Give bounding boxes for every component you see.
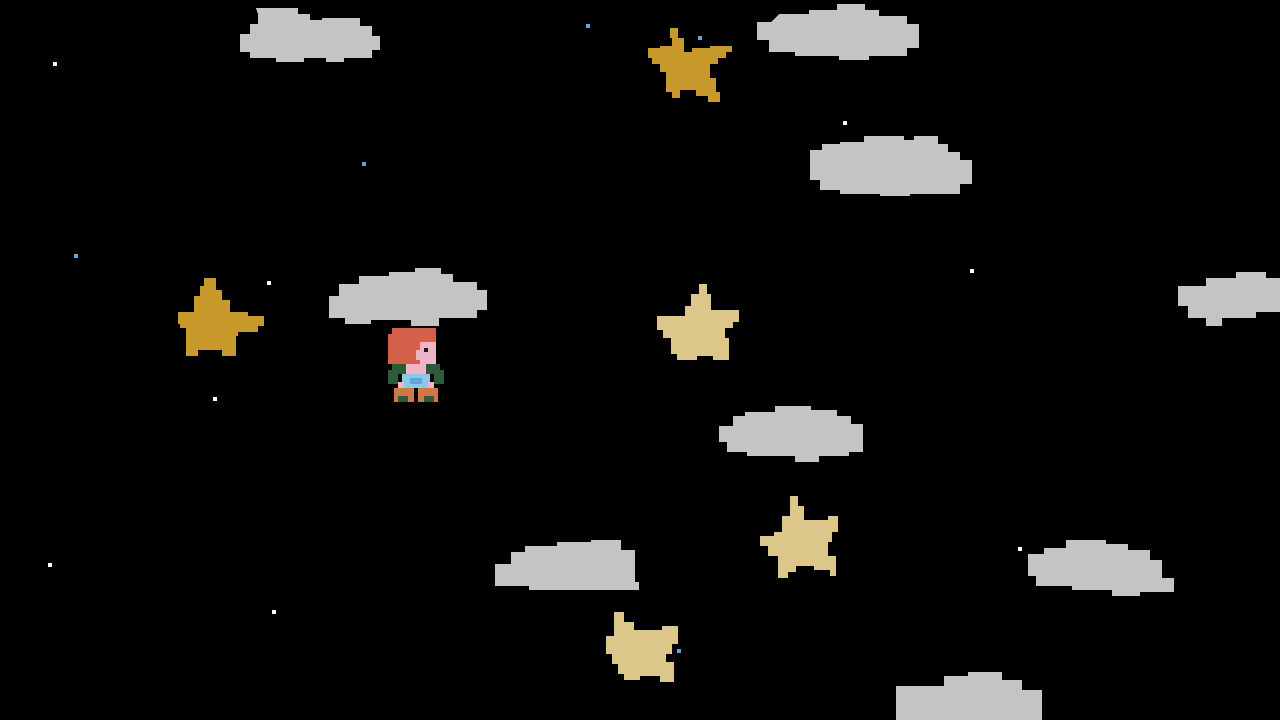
cloud-icon <box>325 268 487 330</box>
sparkle-dot-icon <box>53 62 57 66</box>
sparkle-dot-icon <box>267 281 271 285</box>
game-scene <box>0 0 1280 720</box>
cloud-icon <box>224 8 380 62</box>
sparkle-dot-icon <box>272 610 276 614</box>
player-body <box>388 364 444 388</box>
sparkle-dot-icon <box>362 162 366 166</box>
cloud-icon <box>810 136 972 196</box>
cloud-icon <box>896 672 1052 720</box>
cloud-icon <box>495 540 641 590</box>
player-boots <box>394 388 438 402</box>
player-character[interactable] <box>388 328 444 404</box>
sparkle-dot-icon <box>213 397 217 401</box>
cloud-icon <box>757 4 919 62</box>
sparkle-dot-icon <box>48 563 52 567</box>
sparkle-dot-icon <box>843 121 847 125</box>
cloud-icon <box>719 406 875 464</box>
star-icon <box>653 284 739 364</box>
sparkle-dot-icon <box>970 269 974 273</box>
star-icon <box>648 28 732 112</box>
star-icon <box>760 496 846 582</box>
star-icon <box>598 612 682 696</box>
cloud-icon <box>1018 540 1174 596</box>
sparkle-dot-icon <box>74 254 78 258</box>
star-icon <box>178 278 264 358</box>
sparkle-dot-icon <box>586 24 590 28</box>
cloud-icon <box>1178 272 1280 326</box>
